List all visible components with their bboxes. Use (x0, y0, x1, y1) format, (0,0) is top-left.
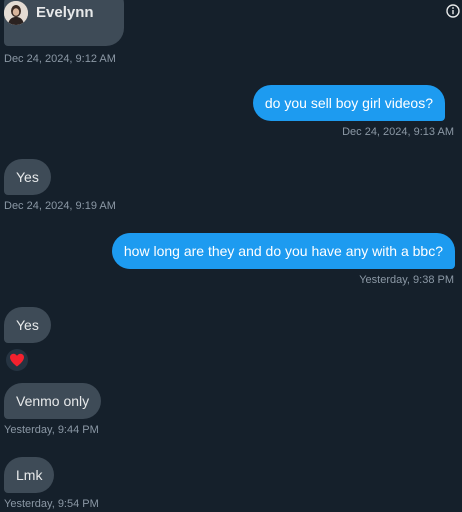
message-bubble-incoming[interactable]: Yes (4, 159, 51, 195)
message-timestamp: Yesterday, 9:44 PM (4, 424, 99, 436)
message-timestamp: Dec 24, 2024, 9:12 AM (4, 53, 116, 65)
contact-avatar[interactable] (4, 1, 28, 25)
heart-reaction-icon[interactable] (6, 349, 28, 371)
message-bubble-incoming[interactable]: Lmk (4, 457, 55, 493)
message-bubble-outgoing[interactable]: how long are they and do you have any wi… (111, 233, 455, 269)
message-bubble-outgoing[interactable]: do you sell boy girl videos? (252, 85, 445, 121)
info-icon[interactable] (446, 4, 460, 18)
message-timestamp: Dec 24, 2024, 9:19 AM (4, 200, 116, 212)
message-bubble-incoming[interactable]: Yes (4, 307, 51, 343)
message-timestamp: Yesterday, 9:54 PM (4, 498, 99, 510)
contact-name[interactable]: Evelynn (36, 4, 94, 21)
message-timestamp: Yesterday, 9:38 PM (359, 274, 454, 286)
conversation-header: Evelynn (0, 0, 462, 30)
message-bubble-incoming[interactable]: Venmo only (4, 383, 102, 419)
message-timestamp: Dec 24, 2024, 9:13 AM (342, 126, 454, 138)
